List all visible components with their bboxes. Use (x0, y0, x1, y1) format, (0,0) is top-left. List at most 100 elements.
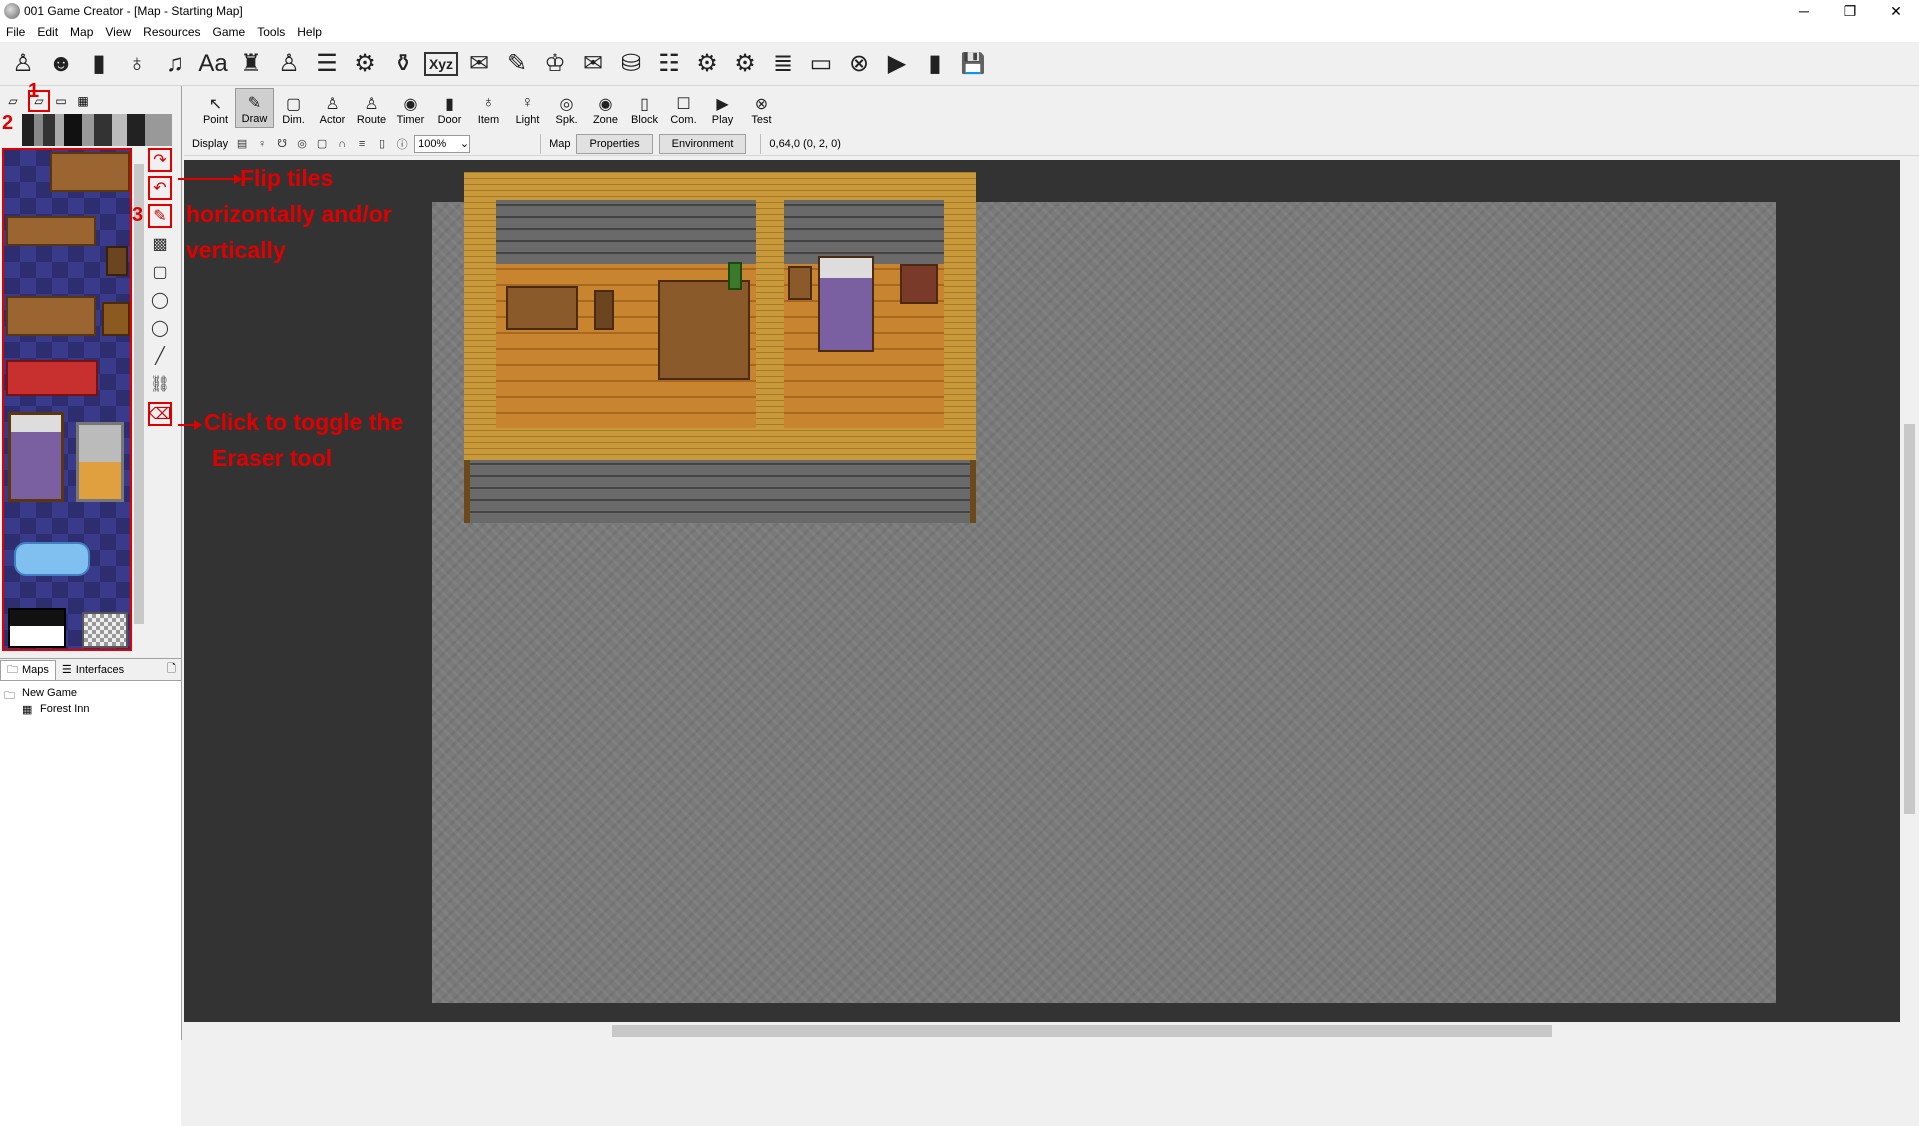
menu-file[interactable]: File (6, 25, 25, 39)
grid-icon[interactable]: ▢ (314, 136, 330, 152)
font-icon[interactable]: Aa (196, 46, 230, 82)
menu-tools[interactable]: Tools (257, 25, 285, 39)
map-horizontal-scrollbar[interactable] (184, 1022, 1900, 1040)
new-map-button[interactable]: 🗋 (161, 660, 182, 680)
tool-item[interactable]: ♁ Item (469, 88, 508, 128)
globe-icon[interactable]: ⊗ (842, 46, 876, 82)
actor-icon[interactable]: ♙ (6, 46, 40, 82)
map-viewport[interactable] (184, 160, 1900, 1022)
line-icon[interactable]: ╱ (148, 344, 172, 368)
tileset-scrollbar-thumb[interactable] (134, 164, 144, 624)
display-label: Display (192, 137, 229, 150)
save-icon[interactable]: 💾 (956, 46, 990, 82)
menu-map[interactable]: Map (70, 25, 93, 39)
settings-icon[interactable]: ⚙ (690, 46, 724, 82)
minimize-button[interactable]: ─ (1781, 0, 1827, 22)
sound-icon[interactable]: ◎ (294, 136, 310, 152)
map-vertical-scrollbar[interactable] (1900, 160, 1919, 1022)
ellipse-icon[interactable]: ◯ (148, 288, 172, 312)
close-button[interactable]: ✕ (1873, 0, 1919, 22)
map-label: Map (549, 137, 571, 150)
tile-layer-tab[interactable]: ▱ (2, 90, 24, 112)
pencil-icon[interactable]: ✎ (148, 204, 172, 228)
bedroom (784, 200, 944, 428)
flip-vertical-icon[interactable]: ↶ (148, 176, 172, 200)
flip-horizontal-icon[interactable]: ↷ (148, 148, 172, 172)
tree-node-root[interactable]: 🗀 New Game (4, 685, 177, 702)
overlay-tab[interactable]: ▭ (50, 90, 72, 112)
tool-light[interactable]: ♀ Light (508, 88, 547, 128)
skills-icon[interactable]: ⚱ (386, 46, 420, 82)
door-icon[interactable]: ▮ (82, 46, 116, 82)
dialog-icon[interactable]: ✉ (576, 46, 610, 82)
arch-icon[interactable]: ∩ (334, 136, 350, 152)
tool-route[interactable]: ♙ Route (352, 88, 391, 128)
script-icon[interactable]: ✎ (500, 46, 534, 82)
route-display-icon[interactable]: ☋ (274, 136, 290, 152)
menu-edit[interactable]: Edit (37, 25, 58, 39)
music-icon[interactable]: ♫ (158, 46, 192, 82)
tool-zone[interactable]: ◉ Zone (586, 88, 625, 128)
block-display-icon[interactable]: ▯ (374, 136, 390, 152)
export-icon[interactable]: ▮ (918, 46, 952, 82)
tool-timer[interactable]: ◉ Timer (391, 88, 430, 128)
menu-game[interactable]: Game (213, 25, 246, 39)
tool-actor[interactable]: ♙ Actor (313, 88, 352, 128)
app-icon (4, 3, 20, 19)
info-icon[interactable]: ⓘ (394, 136, 410, 152)
group-icon[interactable]: ♜ (234, 46, 268, 82)
maps-tab-label: Maps (22, 664, 49, 676)
environment-button[interactable]: Environment (658, 133, 747, 154)
text-list-icon[interactable]: ≣ (766, 46, 800, 82)
tool-speaker[interactable]: ◎ Spk. (547, 88, 586, 128)
bag-icon[interactable]: ♁ (120, 46, 154, 82)
tool-point[interactable]: ↖ Point (196, 88, 235, 128)
tool-dim[interactable]: ▢ Dim. (274, 88, 313, 128)
play-game-icon[interactable]: ▶ (880, 46, 914, 82)
textbox-icon[interactable]: ▭ (804, 46, 838, 82)
vertical-scroll-thumb[interactable] (1904, 424, 1915, 814)
draw-tools-column: ↷ ↶ ✎ ▩ ▢ ◯ ◯ ╱ ⛓ ⌫ (148, 148, 174, 528)
tool-test-label: Test (751, 114, 772, 126)
tileset-selector-strip[interactable] (22, 114, 172, 146)
tool-draw[interactable]: ✎ Draw (235, 88, 274, 128)
layers-icon[interactable]: ≡ (354, 136, 370, 152)
horizontal-scroll-thumb[interactable] (612, 1025, 1552, 1037)
properties-button[interactable]: Properties (576, 133, 653, 154)
object-tab[interactable]: ▦ (72, 90, 94, 112)
database-icon[interactable]: ⛁ (614, 46, 648, 82)
maps-tab[interactable]: 🗀 Maps (0, 659, 56, 680)
tree-node-map-label: Forest Inn (40, 703, 90, 715)
menu-view[interactable]: View (105, 25, 131, 39)
interfaces-tab[interactable]: ☰ Interfaces (56, 660, 130, 680)
cabinet-icon[interactable]: ☷ (652, 46, 686, 82)
message-icon[interactable]: ✉ (462, 46, 496, 82)
tree-node-map[interactable]: ▦ Forest Inn (4, 701, 177, 717)
stone-foundation (464, 460, 976, 523)
film-icon[interactable]: ▤ (234, 136, 250, 152)
stamp-icon[interactable]: ⛓ (148, 372, 172, 396)
tool-comment[interactable]: ☐ Com. (664, 88, 703, 128)
bulb-icon[interactable]: ♀ (254, 136, 270, 152)
character-icon[interactable]: ☻ (44, 46, 78, 82)
gear-icon[interactable]: ⚙ (348, 46, 382, 82)
tool-play[interactable]: ▶ Play (703, 88, 742, 128)
list-icon[interactable]: ☰ (310, 46, 344, 82)
restore-button[interactable]: ❐ (1827, 0, 1873, 22)
tileset-palette[interactable] (2, 148, 132, 651)
person-icon[interactable]: ♙ (272, 46, 306, 82)
rectangle-icon[interactable]: ▢ (148, 260, 172, 284)
eraser-icon[interactable]: ⌫ (148, 402, 172, 426)
fill-icon[interactable]: ▩ (148, 232, 172, 256)
advanced-settings-icon[interactable]: ⚙ (728, 46, 762, 82)
ornate-bed-tile (76, 422, 124, 502)
controller-icon[interactable]: ♔ (538, 46, 572, 82)
xyz-icon[interactable]: Xyz (424, 51, 458, 76)
tool-door[interactable]: ▮ Door (430, 88, 469, 128)
circle-icon[interactable]: ◯ (148, 316, 172, 340)
tool-block[interactable]: ▯ Block (625, 88, 664, 128)
menu-help[interactable]: Help (297, 25, 322, 39)
zoom-select[interactable]: 100% ⌄ (414, 134, 471, 153)
menu-resources[interactable]: Resources (143, 25, 200, 39)
tool-test[interactable]: ⊗ Test (742, 88, 781, 128)
